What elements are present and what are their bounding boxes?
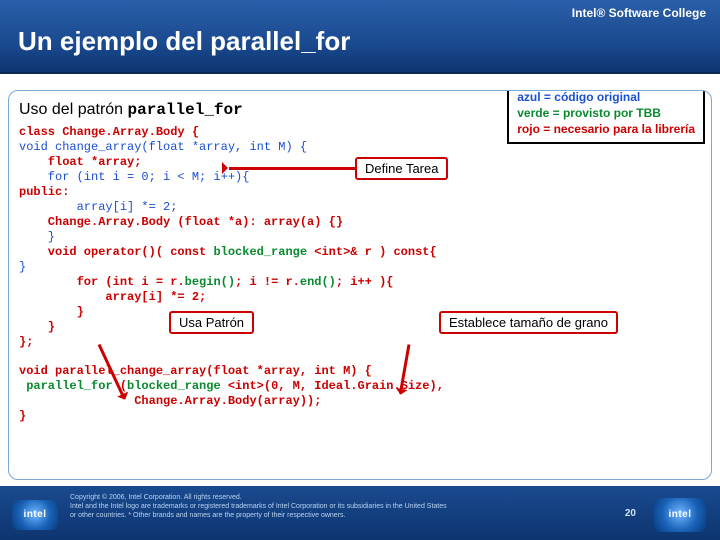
subtitle-code: parallel_for [128,101,243,119]
brand-label: Intel® Software College [572,6,706,20]
page-number: 20 [625,508,636,521]
legend-red: rojo = necesario para la librería [517,121,695,137]
footer-line1: Copyright © 2006, Intel Corporation. All… [70,494,640,503]
subtitle-text: Uso del patrón [19,101,128,118]
callout-grano: Establece tamaño de grano [439,311,618,334]
legend-blue: azul = código original [517,90,695,105]
intel-logo-right: intel [654,498,706,532]
slide-title: Un ejemplo del parallel_for [18,26,350,57]
intel-logo-left: intel [12,500,58,530]
slide-body: Uso del patrón parallel_for azul = códig… [8,90,712,480]
legend-box: azul = código original verde = provisto … [507,90,705,144]
footer-line2: Intel and the Intel logo are trademarks … [70,503,640,512]
slide-header: Intel® Software College Un ejemplo del p… [0,0,720,74]
callout-define-tarea: Define Tarea [355,157,448,180]
arrow-define [229,167,355,170]
footer-line3: or other countries. * Other brands and n… [70,512,640,521]
callout-usa-patron: Usa Patrón [169,311,254,334]
slide-footer: intel Copyright © 2006, Intel Corporatio… [0,486,720,540]
legend-green: verde = provisto por TBB [517,105,695,121]
